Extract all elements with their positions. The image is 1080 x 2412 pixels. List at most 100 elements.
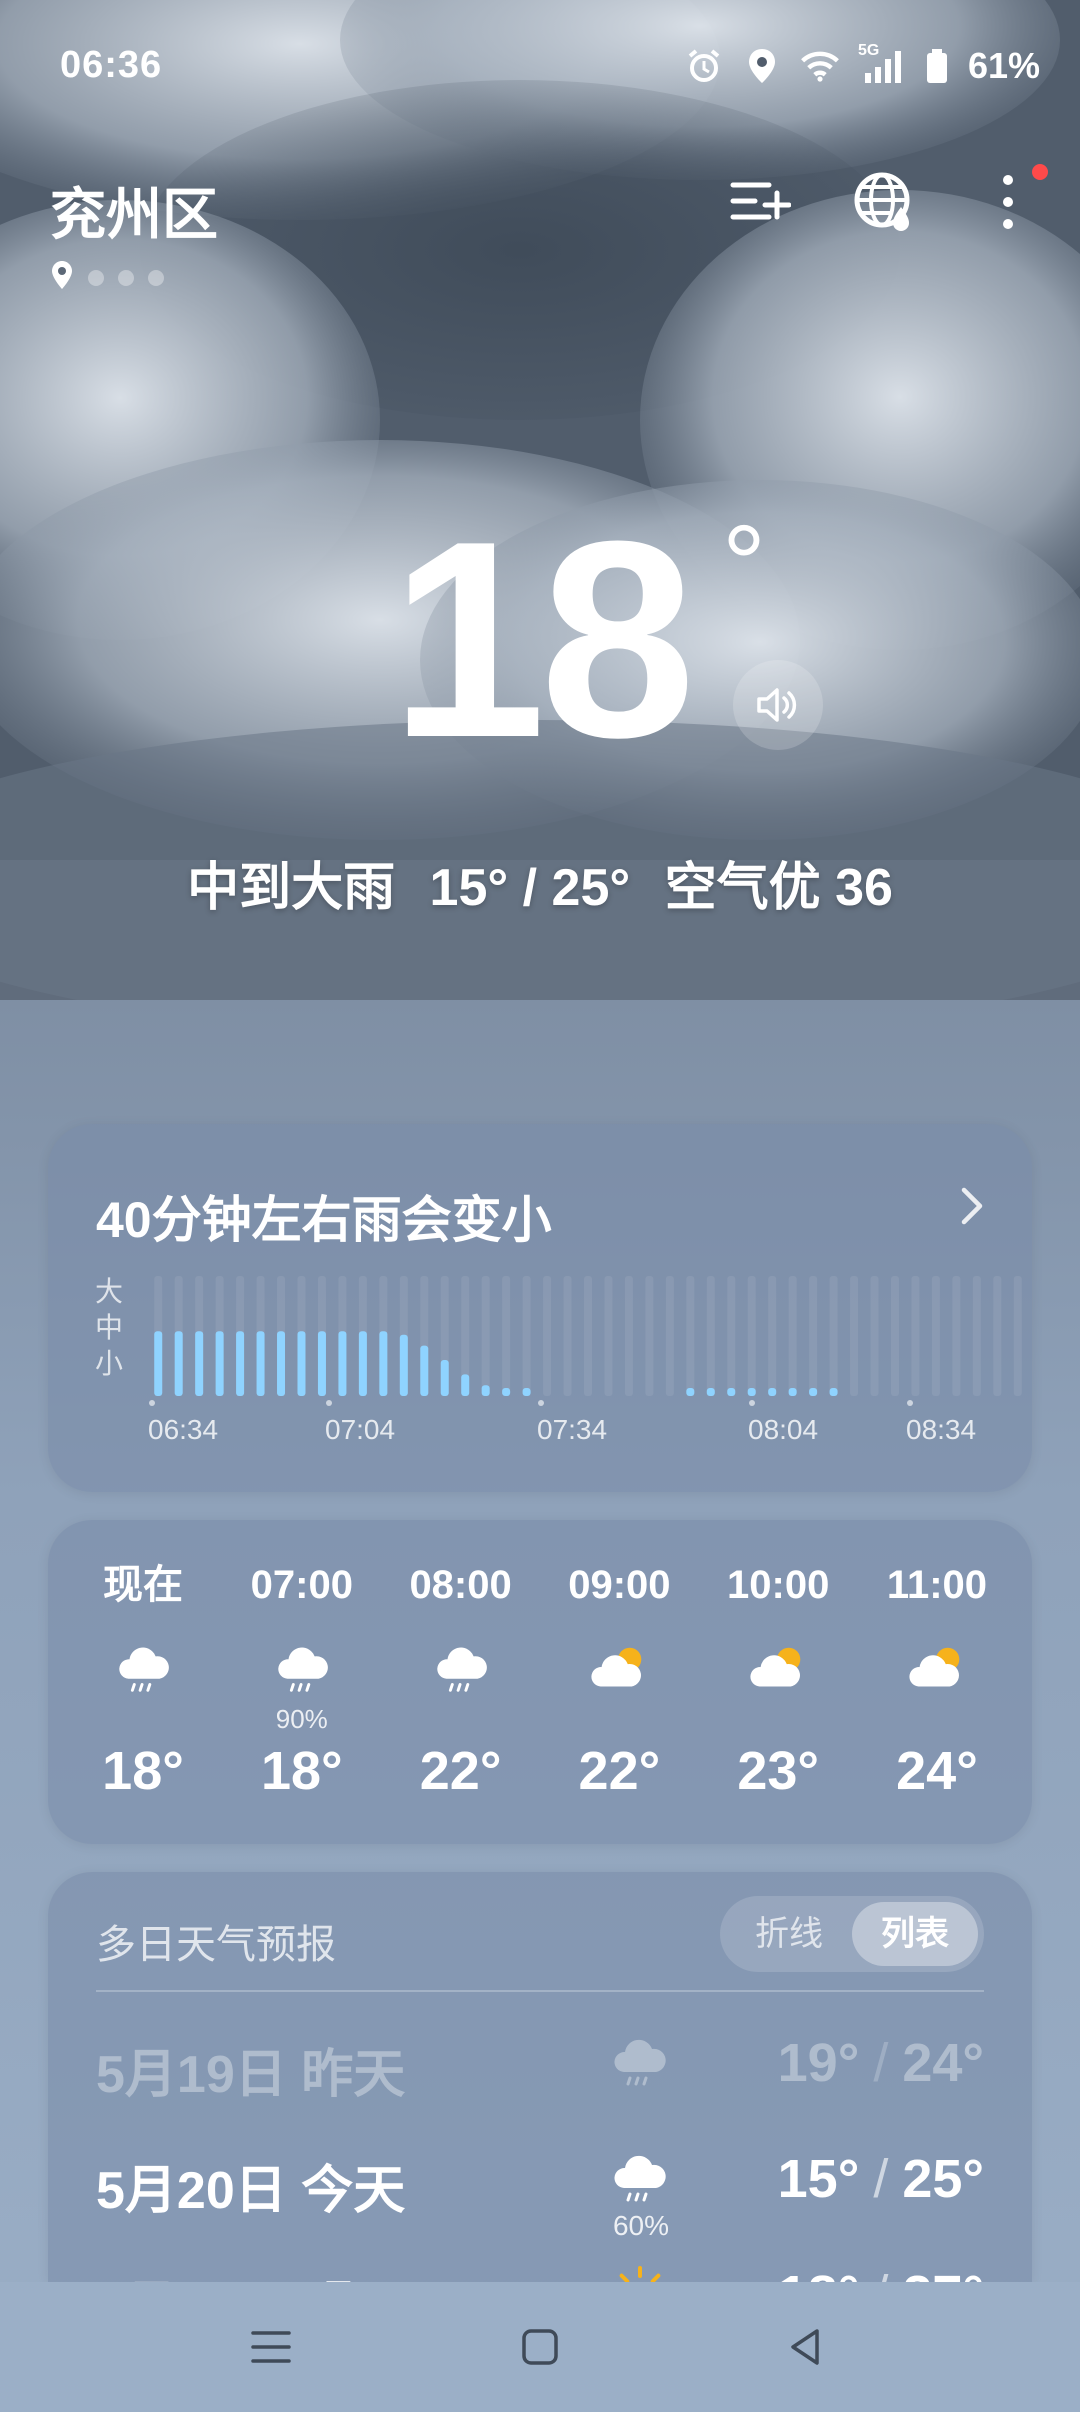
condition-text: 中到大雨 bbox=[187, 859, 396, 917]
hour-temp: 22° bbox=[419, 1741, 502, 1801]
temp-separator: / bbox=[873, 2265, 888, 2282]
hourly-item[interactable]: 09:00 22° bbox=[544, 1560, 694, 1830]
globe-icon bbox=[854, 172, 910, 231]
rain-bar bbox=[829, 1388, 838, 1396]
hourly-forecast-card[interactable]: 现在 18° 07:00 90% 18° 08:00 22° 09:00 22°… bbox=[48, 1520, 1032, 1844]
day-precip: 60% bbox=[612, 2210, 670, 2241]
minute-rain-card[interactable]: 40分钟左右雨会变小 大 中 小 06:34 07:04 07:34 08:04… bbox=[48, 1124, 1032, 1492]
rain-axis-tick bbox=[149, 1400, 155, 1406]
back-button[interactable] bbox=[780, 2322, 830, 2372]
rain-bar bbox=[481, 1385, 490, 1396]
toggle-list-view[interactable]: 列表 bbox=[852, 1902, 978, 1966]
rain-intensity-chart bbox=[149, 1276, 1022, 1406]
rain-bar bbox=[809, 1388, 818, 1396]
rain-bar bbox=[727, 1388, 736, 1396]
rain-bar bbox=[358, 1331, 367, 1396]
wifi-icon bbox=[800, 46, 840, 86]
city-name[interactable]: 兖州区 bbox=[50, 170, 218, 251]
rain-bar-track bbox=[768, 1276, 777, 1396]
air-quality[interactable]: 空气优 36 bbox=[665, 859, 893, 917]
battery-percent: 61% bbox=[967, 45, 1040, 86]
recent-apps-button[interactable] bbox=[246, 2322, 296, 2372]
daily-forecast-title: 多日天气预报 bbox=[96, 1923, 336, 1967]
rain-bar bbox=[379, 1331, 388, 1396]
rain-icon bbox=[436, 1647, 487, 1692]
global-weather-button[interactable] bbox=[852, 170, 916, 234]
rain-bar-track bbox=[584, 1276, 592, 1396]
rain-axis-tick bbox=[907, 1400, 913, 1406]
rain-bar-track bbox=[788, 1276, 797, 1396]
rain-time-tick: 08:34 bbox=[906, 1414, 977, 1445]
rain-bar bbox=[420, 1345, 429, 1396]
hourly-item[interactable]: 10:00 23° bbox=[703, 1560, 853, 1830]
page-indicator bbox=[50, 260, 164, 295]
scale-light: 小 bbox=[94, 1348, 123, 1379]
rain-bar bbox=[686, 1388, 695, 1396]
rain-axis-tick bbox=[326, 1400, 332, 1406]
voice-broadcast-button[interactable] bbox=[733, 660, 823, 750]
hourly-item[interactable]: 07:00 90% 18° bbox=[227, 1560, 377, 1830]
add-city-button[interactable] bbox=[728, 170, 792, 234]
status-bar: 06:36 5G 61% bbox=[0, 0, 1080, 140]
hourly-item[interactable]: 11:00 24° bbox=[862, 1560, 1012, 1830]
home-square-icon bbox=[522, 2329, 558, 2365]
temp-range: 15° / 25° bbox=[429, 859, 631, 917]
day-label: 5月19日 昨天 bbox=[96, 2046, 406, 2104]
hour-precip: 90% bbox=[275, 1704, 328, 1734]
day-low: 15° bbox=[777, 2149, 860, 2209]
rain-bar bbox=[174, 1331, 183, 1396]
rain-bar-track bbox=[522, 1276, 531, 1396]
rain-bar-track bbox=[481, 1276, 490, 1396]
rain-bar-track bbox=[665, 1276, 674, 1396]
day-temp-range: 15°/25° bbox=[778, 2148, 984, 2210]
cellular-signal-icon: 5G bbox=[858, 42, 906, 86]
rain-bar-track bbox=[952, 1276, 961, 1396]
notification-dot bbox=[1032, 164, 1048, 180]
daily-row-yesterday[interactable]: 5月19日 昨天 19°/24° bbox=[96, 2012, 984, 2112]
hourly-item[interactable]: 现在 18° bbox=[68, 1560, 218, 1830]
daily-row-tomorrow[interactable]: 5月21日 明天 18° / 27° bbox=[96, 2244, 984, 2282]
more-menu-button[interactable] bbox=[976, 164, 1048, 234]
partly-cloudy-icon bbox=[909, 1647, 960, 1687]
hour-label: 10:00 bbox=[727, 1563, 830, 1607]
home-button[interactable] bbox=[515, 2322, 565, 2372]
day-low: 19° bbox=[777, 2033, 860, 2093]
rain-icon bbox=[614, 2039, 666, 2086]
daily-row-today[interactable]: 5月20日 今天 60% 15°/25° bbox=[96, 2128, 984, 2241]
hour-label: 11:00 bbox=[886, 1563, 988, 1607]
rain-bar-track bbox=[1013, 1276, 1022, 1396]
status-time: 06:36 bbox=[60, 44, 163, 86]
network-type-label: 5G bbox=[857, 42, 880, 59]
rain-bar bbox=[399, 1334, 408, 1396]
rain-bar-track bbox=[972, 1276, 981, 1396]
rain-bar bbox=[297, 1331, 306, 1396]
rain-bar bbox=[338, 1331, 347, 1396]
sun-icon bbox=[619, 2266, 661, 2282]
day-label: 5月21日 明天 bbox=[96, 2264, 405, 2282]
hour-label: 07:00 bbox=[250, 1563, 353, 1607]
rain-bar bbox=[277, 1331, 286, 1396]
location-pin-icon bbox=[50, 260, 74, 295]
hour-label: 现在 bbox=[103, 1563, 183, 1607]
rain-bar-track bbox=[502, 1276, 511, 1396]
rain-bar bbox=[154, 1331, 163, 1396]
hourly-item[interactable]: 08:00 22° bbox=[386, 1560, 536, 1830]
rain-axis-tick bbox=[749, 1400, 755, 1406]
view-mode-toggle: 折线 列表 bbox=[720, 1896, 984, 1972]
chevron-right-icon bbox=[961, 1187, 983, 1225]
rain-bar-track bbox=[747, 1276, 756, 1396]
speaker-icon bbox=[757, 688, 797, 722]
location-icon bbox=[742, 46, 782, 86]
toggle-line-view[interactable]: 折线 bbox=[726, 1902, 852, 1966]
rain-time-tick: 06:34 bbox=[148, 1414, 219, 1445]
hour-temp: 18° bbox=[102, 1741, 184, 1801]
rain-bar bbox=[788, 1388, 797, 1396]
current-temperature: 18 ° bbox=[0, 500, 1080, 780]
partly-cloudy-icon bbox=[591, 1647, 642, 1687]
page-dot bbox=[118, 269, 134, 286]
back-triangle-icon bbox=[791, 2329, 819, 2365]
rain-bar-track bbox=[850, 1276, 859, 1396]
rain-bar-track bbox=[686, 1276, 695, 1396]
rain-bar-track bbox=[624, 1276, 633, 1396]
rain-bar-track bbox=[604, 1276, 613, 1396]
